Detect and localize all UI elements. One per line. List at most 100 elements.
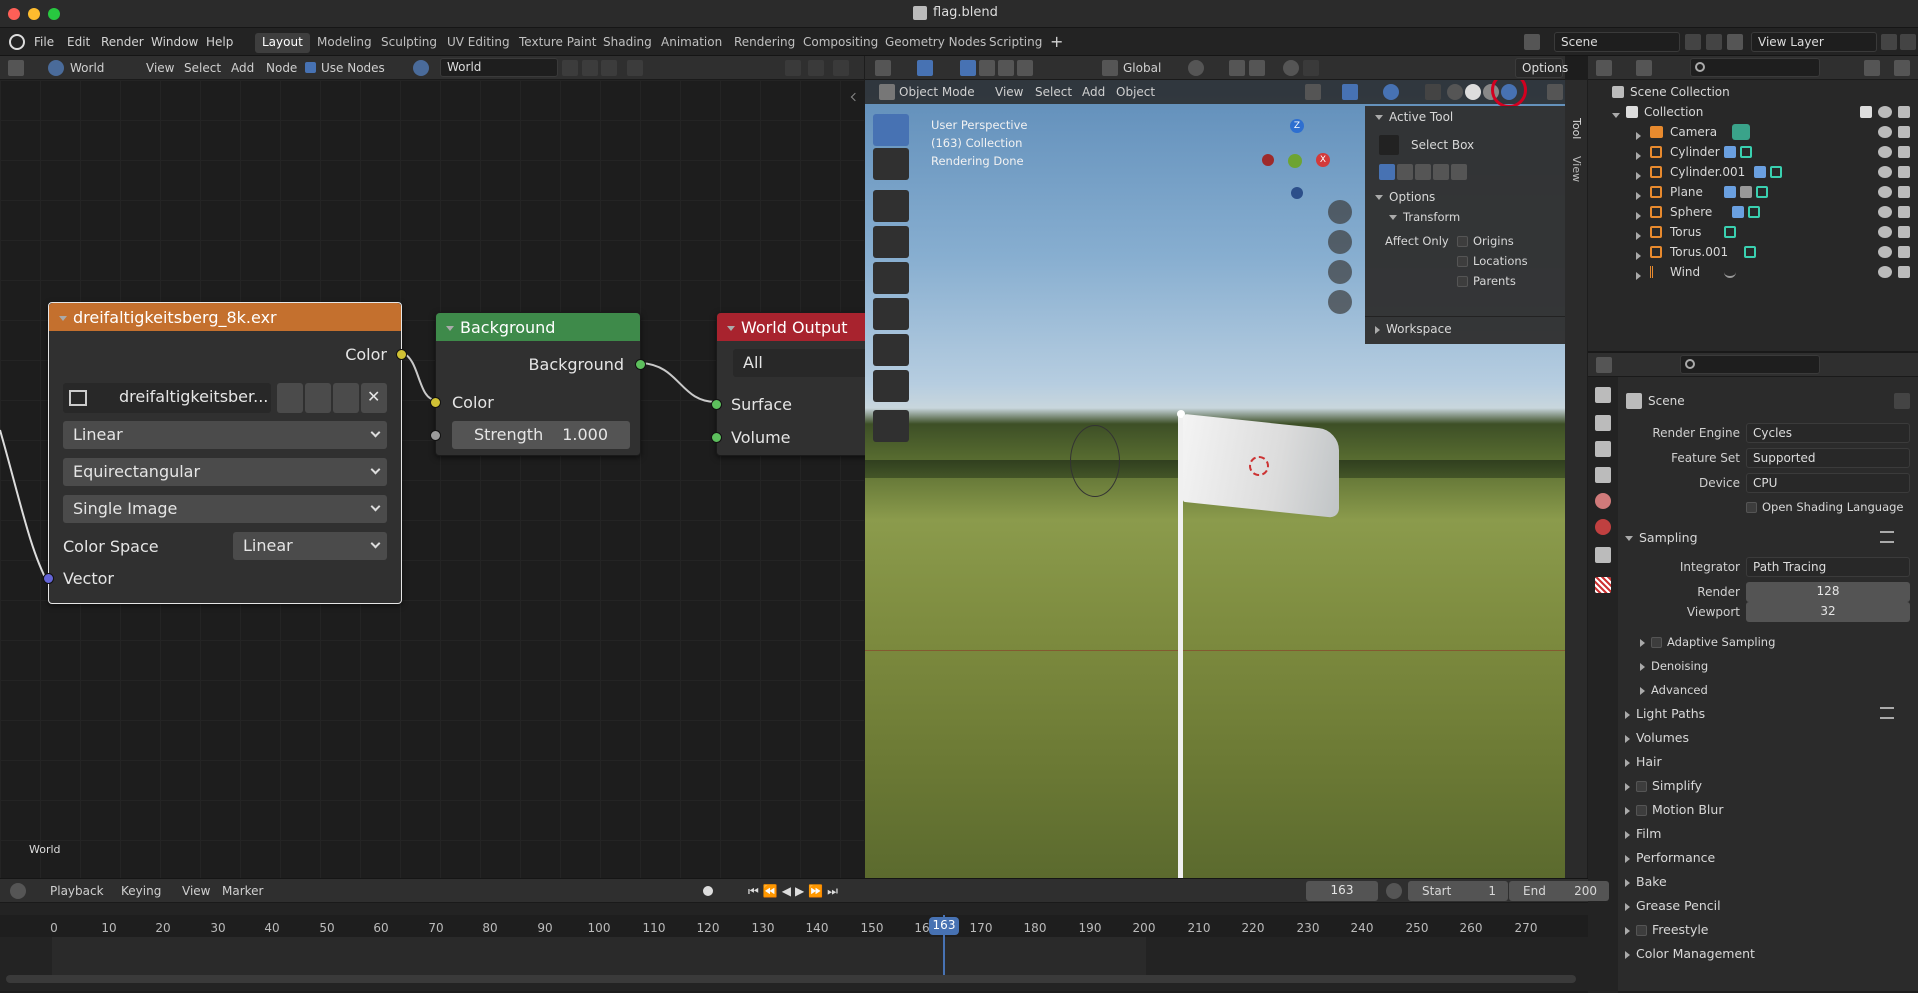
playhead-frame[interactable]: 163 <box>929 917 959 935</box>
freestyle-header[interactable]: Freestyle <box>1625 922 1709 937</box>
device-dropdown[interactable]: CPU <box>1746 473 1910 493</box>
expand-arrow-icon[interactable] <box>1636 231 1641 240</box>
tab-animation[interactable]: Animation <box>654 33 729 53</box>
select-tool-icon[interactable] <box>917 60 933 76</box>
strength-input-socket[interactable] <box>430 430 441 441</box>
adaptive-sampling-header[interactable]: Adaptive Sampling <box>1640 635 1775 649</box>
grid-ortho-icon[interactable] <box>1328 290 1352 314</box>
render-camera-icon[interactable] <box>1898 266 1910 278</box>
env-node-header[interactable]: dreifaltigkeitsberg_8k.exr <box>49 303 401 331</box>
simplify-header[interactable]: Simplify <box>1625 778 1702 793</box>
menu-file[interactable]: File <box>34 35 54 49</box>
snap-target-icon[interactable] <box>1249 60 1265 76</box>
color-space-dropdown[interactable]: Linear <box>233 532 387 560</box>
pan-hand-icon[interactable] <box>1328 230 1352 254</box>
menu-window[interactable]: Window <box>151 35 198 49</box>
render-camera-icon[interactable] <box>1898 146 1910 158</box>
minimize-window-icon[interactable] <box>28 8 40 20</box>
expand-arrow-icon[interactable] <box>1612 108 1626 122</box>
delete-view-layer-icon[interactable] <box>1900 34 1916 50</box>
world-name-field[interactable]: World <box>440 58 558 77</box>
select-mode-new-icon[interactable] <box>960 60 976 76</box>
workspace-header[interactable]: Workspace <box>1375 322 1452 336</box>
node-menu-node[interactable]: Node <box>266 61 297 75</box>
collapse-icon[interactable] <box>446 326 454 331</box>
feature-set-dropdown[interactable]: Supported <box>1746 448 1910 468</box>
viewport-menu-select[interactable]: Select <box>1035 85 1072 99</box>
scene-field[interactable]: Scene <box>1554 32 1680 52</box>
new-image-icon[interactable] <box>305 383 331 413</box>
expand-arrow-icon[interactable] <box>1636 171 1641 180</box>
node-menu-select[interactable]: Select <box>184 61 221 75</box>
output-target-dropdown[interactable]: All <box>733 349 873 377</box>
render-camera-icon[interactable] <box>1898 186 1910 198</box>
render-camera-icon[interactable] <box>1898 126 1910 138</box>
display-mode-icon[interactable] <box>1636 60 1652 76</box>
mode-extend-icon[interactable] <box>1397 164 1413 180</box>
parent-node-icon[interactable] <box>785 60 801 76</box>
presets-list-icon[interactable] <box>1880 531 1894 543</box>
outliner-item-plane[interactable]: Plane <box>1588 182 1918 202</box>
viewport-menu-object[interactable]: Object <box>1116 85 1155 99</box>
start-frame-field[interactable]: Start 1 <box>1408 881 1508 901</box>
mesh-data-icon[interactable] <box>1748 206 1760 218</box>
mesh-data-icon[interactable] <box>1744 246 1756 258</box>
options-header[interactable]: Options <box>1375 190 1435 204</box>
expand-arrow-icon[interactable] <box>1636 151 1641 160</box>
scale-tool-icon[interactable] <box>873 262 909 294</box>
outliner-editor-type-icon[interactable] <box>1596 60 1612 76</box>
mesh-data-icon[interactable] <box>1770 166 1782 178</box>
motion-blur-header[interactable]: Motion Blur <box>1625 802 1723 817</box>
transform-tool-icon[interactable] <box>873 298 909 330</box>
eye-icon[interactable] <box>1878 206 1892 218</box>
modifier-wrench-icon[interactable] <box>1754 166 1766 178</box>
checkbox-icon[interactable] <box>1636 805 1647 816</box>
gizmo-x-axis[interactable]: X <box>1316 153 1330 167</box>
sidebar-tab-tool[interactable]: Tool <box>1569 118 1583 139</box>
snap-toggle-icon[interactable] <box>1229 60 1245 76</box>
filter-icon[interactable] <box>1864 60 1880 76</box>
grease-pencil-header[interactable]: Grease Pencil <box>1625 898 1721 913</box>
select-box-icon[interactable] <box>1379 135 1399 155</box>
render-camera-icon[interactable] <box>1898 206 1910 218</box>
mode-set-icon[interactable] <box>1379 164 1395 180</box>
properties-search-input[interactable] <box>1680 355 1820 374</box>
interpolation-dropdown[interactable]: Linear <box>63 421 387 449</box>
checkbox-icon[interactable] <box>1636 925 1647 936</box>
wind-field-icon[interactable] <box>1724 266 1736 278</box>
bg-color-input-socket[interactable] <box>430 397 441 408</box>
mode-subtract-icon[interactable] <box>1415 164 1431 180</box>
add-workspace-icon[interactable]: + <box>1050 32 1063 51</box>
gizmo-icon[interactable] <box>1342 84 1358 100</box>
menu-render[interactable]: Render <box>101 35 144 49</box>
shader-type-dropdown[interactable]: World <box>70 61 104 75</box>
checkbox-icon[interactable] <box>1651 637 1662 648</box>
overlay-icon[interactable] <box>1383 84 1399 100</box>
hair-header[interactable]: Hair <box>1625 754 1662 769</box>
eye-icon[interactable] <box>1878 126 1892 138</box>
timeline-editor-type-icon[interactable] <box>10 883 26 899</box>
sidebar-tab-view[interactable]: View <box>1569 156 1583 182</box>
menu-help[interactable]: Help <box>206 35 233 49</box>
tab-sculpting[interactable]: Sculpting <box>374 33 444 53</box>
mesh-data-icon[interactable] <box>1724 226 1736 238</box>
mode-intersect-icon[interactable] <box>1451 164 1467 180</box>
snap-settings-icon[interactable] <box>833 60 849 76</box>
zoom-icon[interactable] <box>1328 200 1352 224</box>
collection-tab-icon[interactable] <box>1595 547 1611 563</box>
expand-arrow-icon[interactable] <box>1636 251 1641 260</box>
texture-tab-icon[interactable] <box>1595 577 1611 593</box>
select-mode-intersect-icon[interactable] <box>1017 60 1033 76</box>
volume-input-socket[interactable] <box>711 432 722 443</box>
navigation-gizmo[interactable]: Z X <box>1262 114 1332 200</box>
render-camera-icon[interactable] <box>1898 246 1910 258</box>
mesh-data-icon[interactable] <box>1740 146 1752 158</box>
surface-input-socket[interactable] <box>711 399 722 410</box>
expand-arrow-icon[interactable] <box>1636 191 1641 200</box>
move-tool-icon[interactable] <box>873 190 909 222</box>
render-engine-dropdown[interactable]: Cycles <box>1746 423 1910 443</box>
new-collection-icon[interactable] <box>1894 60 1910 76</box>
tab-uv-editing[interactable]: UV Editing <box>440 33 517 53</box>
outliner-collection[interactable]: Collection <box>1588 102 1918 122</box>
options-dropdown[interactable]: Options <box>1515 58 1568 78</box>
